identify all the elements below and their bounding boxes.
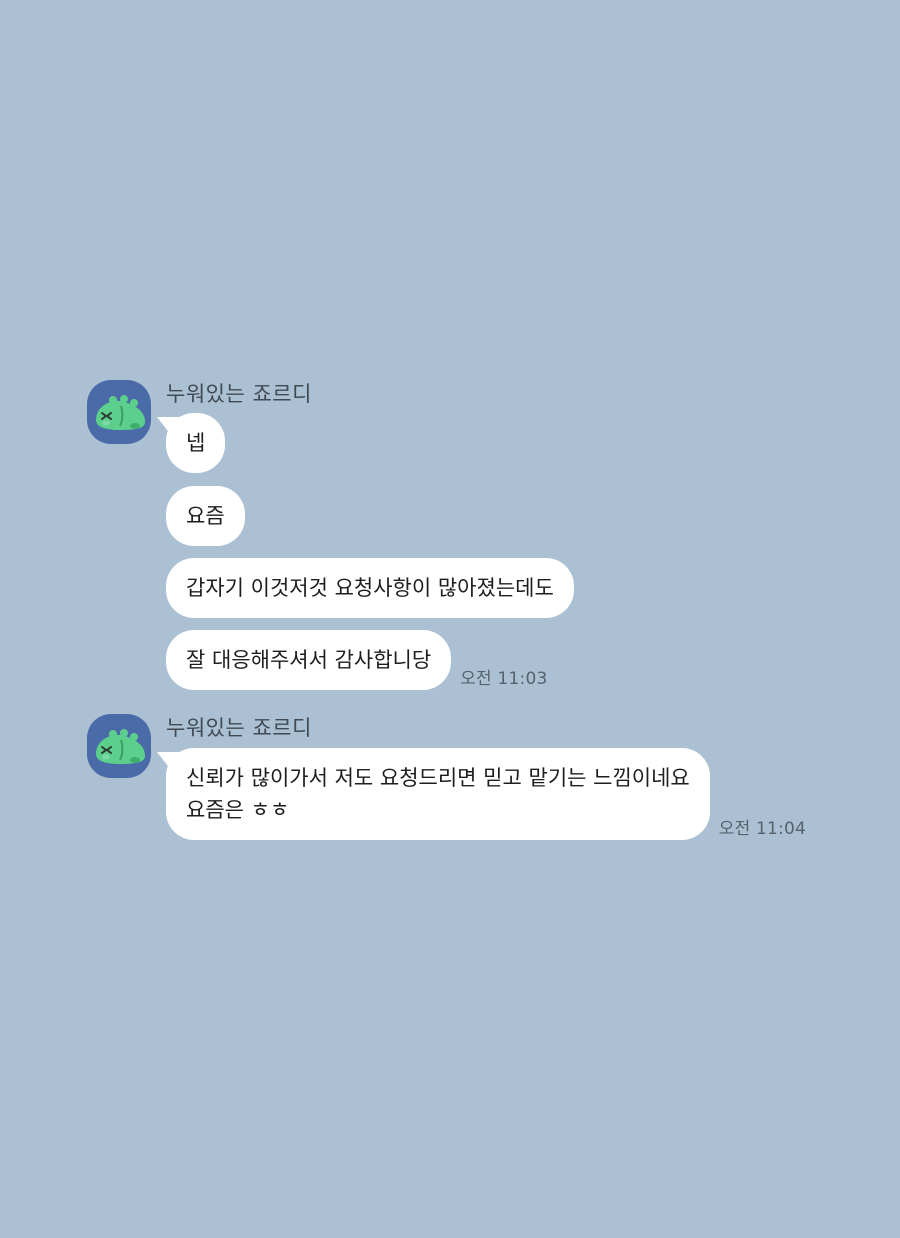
message-timestamp: 오전 11:03 <box>460 669 548 689</box>
message-row: 신뢰가 많이가서 저도 요청드리면 믿고 맡기는 느낌이네요 요즘은 ㅎㅎ 오전… <box>166 748 806 840</box>
sender-avatar[interactable] <box>87 714 151 778</box>
jordy-dinosaur-icon <box>96 395 145 430</box>
message-bubble[interactable]: 신뢰가 많이가서 저도 요청드리면 믿고 맡기는 느낌이네요 요즘은 ㅎㅎ <box>166 748 710 840</box>
message-row: 잘 대응해주셔서 감사합니당 오전 11:03 <box>166 630 547 690</box>
message-bubble[interactable]: 잘 대응해주셔서 감사합니당 <box>166 630 452 690</box>
message-row: 넵 <box>166 413 226 473</box>
message-row: 요즘 <box>166 486 245 546</box>
message-line: 요즘은 ㅎㅎ <box>186 798 290 822</box>
message-bubble[interactable]: 갑자기 이것저것 요청사항이 많아졌는데도 <box>166 558 574 618</box>
message-timestamp: 오전 11:04 <box>718 819 807 839</box>
sender-name: 누워있는 죠르디 <box>166 716 312 740</box>
message-line: 신뢰가 많이가서 저도 요청드리면 믿고 맡기는 느낌이네요 <box>186 766 690 790</box>
chat-room: 누워있는 죠르디 넵 요즘 갑자기 이것저것 요청사항이 많아졌는데도 잘 대응… <box>0 0 900 1238</box>
sender-name: 누워있는 죠르디 <box>166 382 312 406</box>
message-row: 갑자기 이것저것 요청사항이 많아졌는데도 <box>166 558 574 618</box>
message-bubble[interactable]: 요즘 <box>166 486 245 546</box>
sender-avatar[interactable] <box>87 380 151 444</box>
jordy-dinosaur-icon <box>96 729 145 764</box>
message-bubble[interactable]: 넵 <box>166 413 226 473</box>
